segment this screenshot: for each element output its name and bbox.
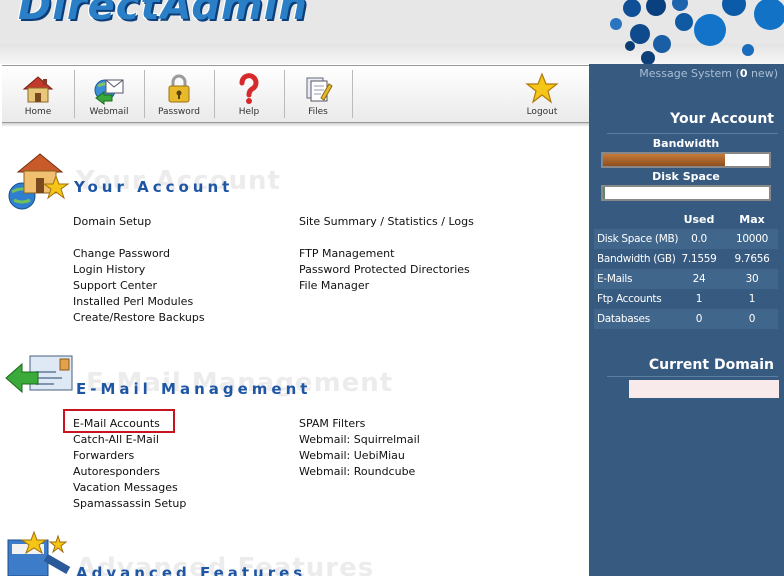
header-banner: DirectAdmin [0,0,784,64]
toolbar-separator [144,70,145,118]
home-icon [22,76,54,103]
disk-space-bar [601,185,771,201]
stats-max: 9.7656 [734,253,770,265]
message-system-text: Message System ( [639,67,740,80]
link-webmail-uebimiau[interactable]: Webmail: UebiMiau [299,449,405,462]
link-spamassassin-setup[interactable]: Spamassassin Setup [73,497,186,510]
toolbar-logout[interactable]: Logout [508,66,576,122]
stats-used: 24 [692,273,706,285]
section-title-your-account: Your Account [74,178,234,196]
star-icon [525,72,559,104]
link-vacation-messages[interactable]: Vacation Messages [73,481,178,494]
stats-max: 10000 [736,233,768,245]
toolbar-password-label: Password [157,107,201,117]
stats-row-databases: Databases 0 0 [594,309,778,329]
decorative-bubbles-graphic [610,0,784,64]
stats-used: 7.1559 [681,253,717,265]
message-system-link[interactable]: Message System (0 new) [589,67,778,80]
stats-name: E-Mails [597,273,633,285]
link-login-history[interactable]: Login History [73,263,145,276]
toolbar-webmail-label: Webmail [89,107,129,117]
account-house-icon [8,153,70,210]
link-email-accounts[interactable]: E-Mail Accounts [73,417,160,430]
stats-used: 0 [695,313,703,325]
email-envelope-icon [5,355,73,394]
current-domain-value[interactable] [629,380,779,398]
toolbar-webmail[interactable]: Webmail [76,66,142,122]
main-toolbar: Home Webmail Password Help Files Logout [2,65,589,123]
stats-used: 0.0 [691,233,707,245]
toolbar-home-label: Home [24,107,52,117]
webmail-icon [94,79,124,105]
link-catch-all-email[interactable]: Catch-All E-Mail [73,433,159,446]
message-system-suffix: new) [747,67,778,80]
link-webmail-squirrelmail[interactable]: Webmail: Squirrelmail [299,433,420,446]
link-forwarders[interactable]: Forwarders [73,449,134,462]
toolbar-separator [214,70,215,118]
bandwidth-bar [601,152,771,168]
stats-header-max: Max [739,213,765,226]
toolbar-files[interactable]: Files [286,66,350,122]
account-sidebar: Message System (0 new) Your Account Band… [589,64,784,576]
toolbar-shadow [2,123,589,127]
disk-space-bar-fill [603,187,605,199]
divider [607,376,778,377]
link-ftp-management[interactable]: FTP Management [299,247,394,260]
stats-name: Databases [597,313,650,325]
usage-stats-table: Used Max Disk Space (MB) 0.0 10000 Bandw… [594,209,778,329]
stats-name: Bandwidth (GB) [597,253,676,265]
disk-space-label: Disk Space [652,170,720,183]
files-icon [306,77,333,102]
sidebar-your-account-title: Your Account [670,111,774,127]
link-domain-setup[interactable]: Domain Setup [73,215,151,228]
toolbar-help-label: Help [238,107,260,117]
toolbar-logout-label: Logout [526,107,558,117]
stats-row-disk-space: Disk Space (MB) 0.0 10000 [594,229,778,249]
link-password-protected-directories[interactable]: Password Protected Directories [299,263,470,276]
stats-max: 1 [748,293,756,305]
toolbar-separator [74,70,75,118]
link-change-password[interactable]: Change Password [73,247,170,260]
question-mark-icon [239,73,259,104]
toolbar-files-label: Files [308,107,328,117]
bandwidth-bar-fill [603,154,725,166]
stats-row-emails: E-Mails 24 30 [594,269,778,289]
link-webmail-roundcube[interactable]: Webmail: Roundcube [299,465,415,478]
toolbar-separator [352,70,353,118]
stats-header-row: Used Max [594,209,778,229]
toolbar-password[interactable]: Password [146,66,212,122]
directadmin-logo: DirectAdmin [18,0,308,29]
stats-max: 0 [748,313,756,325]
link-site-summary[interactable]: Site Summary / Statistics / Logs [299,215,474,228]
toolbar-home[interactable]: Home [4,66,72,122]
current-domain-title: Current Domain [648,357,774,373]
stats-row-bandwidth: Bandwidth (GB) 7.1559 9.7656 [594,249,778,269]
stats-used: 1 [695,293,703,305]
link-autoresponders[interactable]: Autoresponders [73,465,160,478]
padlock-icon [168,74,190,103]
link-create-restore-backups[interactable]: Create/Restore Backups [73,311,205,324]
toolbar-help[interactable]: Help [216,66,282,122]
stats-max: 30 [745,273,759,285]
section-title-email-management: E-Mail Management [76,380,312,398]
divider [607,133,778,134]
stats-row-ftp-accounts: Ftp Accounts 1 1 [594,289,778,309]
link-spam-filters[interactable]: SPAM Filters [299,417,365,430]
bandwidth-label: Bandwidth [652,137,720,150]
stats-header-used: Used [683,213,715,226]
advanced-features-icon [7,530,71,576]
link-installed-perl-modules[interactable]: Installed Perl Modules [73,295,193,308]
toolbar-separator [284,70,285,118]
section-title-advanced-features: Advanced Features [76,564,307,576]
stats-name: Ftp Accounts [597,293,662,305]
stats-name: Disk Space (MB) [597,233,679,245]
link-support-center[interactable]: Support Center [73,279,157,292]
link-file-manager[interactable]: File Manager [299,279,369,292]
